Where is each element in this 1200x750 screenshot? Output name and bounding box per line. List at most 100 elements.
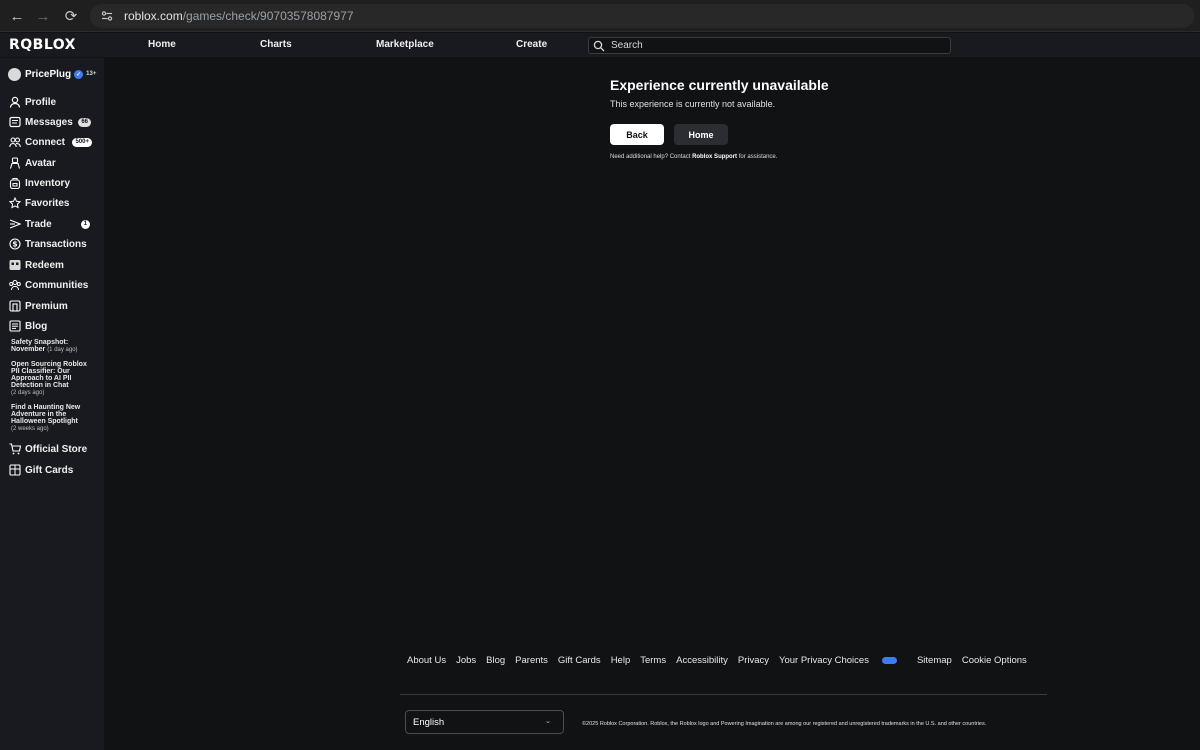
user-profile-link[interactable]: PricePlug ✓ 13+ bbox=[8, 66, 96, 82]
person-icon bbox=[8, 96, 21, 109]
footer-link-parents[interactable]: Parents bbox=[515, 655, 548, 666]
group-icon bbox=[8, 279, 21, 292]
cart-icon bbox=[8, 443, 21, 456]
roblox-support-link[interactable]: Roblox Support bbox=[692, 154, 737, 160]
svg-text:$: $ bbox=[12, 240, 17, 249]
sidebar-item-messages[interactable]: Messages 66 bbox=[8, 114, 100, 130]
sidebar-item-blog[interactable]: Blog bbox=[8, 318, 100, 334]
help-suffix: for assistance. bbox=[737, 154, 778, 160]
forward-arrow-icon[interactable]: → bbox=[28, 0, 58, 32]
search-input[interactable]: Search bbox=[588, 37, 951, 54]
blog-post-link[interactable]: Find a Haunting New Adventure in the Hal… bbox=[11, 404, 89, 433]
back-button[interactable]: Back bbox=[610, 124, 664, 145]
age-label: 13+ bbox=[86, 71, 97, 77]
footer-link-about-us[interactable]: About Us bbox=[407, 655, 446, 666]
search-placeholder: Search bbox=[611, 40, 643, 51]
blog-post-link[interactable]: Open Sourcing Roblox PII Classifier: Our… bbox=[11, 361, 89, 397]
footer-link-accessibility[interactable]: Accessibility bbox=[676, 655, 728, 666]
nav-marketplace[interactable]: Marketplace bbox=[376, 39, 434, 50]
search-icon bbox=[593, 40, 605, 51]
footer-link-privacy-choices[interactable]: Your Privacy Choices bbox=[779, 655, 907, 666]
footer-links: About Us Jobs Blog Parents Gift Cards He… bbox=[407, 655, 1037, 666]
username: PricePlug bbox=[25, 68, 72, 80]
blog-post-date: (1 day ago) bbox=[47, 347, 78, 353]
footer-link-sitemap[interactable]: Sitemap bbox=[917, 655, 952, 666]
sidebar-item-connect[interactable]: Connect 500+ bbox=[8, 134, 100, 150]
sidebar-item-trade[interactable]: Trade 1 bbox=[8, 216, 100, 232]
premium-icon bbox=[8, 300, 21, 313]
blog-post-title: Open Sourcing Roblox PII Classifier: Our… bbox=[11, 361, 87, 389]
footer-link-blog[interactable]: Blog bbox=[486, 655, 505, 666]
copyright-text: ©2025 Roblox Corporation. Roblox, the Ro… bbox=[582, 721, 987, 727]
language-value: English bbox=[413, 716, 445, 728]
verified-badge-icon: ✓ bbox=[74, 69, 84, 79]
sidebar-item-gift-cards[interactable]: Gift Cards bbox=[8, 462, 100, 478]
trade-count-badge: 1 bbox=[80, 219, 90, 229]
sidebar-item-label: Transactions bbox=[25, 238, 87, 250]
privacy-choices-label: Your Privacy Choices bbox=[779, 655, 869, 666]
sidebar-item-favorites[interactable]: Favorites bbox=[8, 195, 100, 211]
sidebar-item-redeem[interactable]: Redeem bbox=[8, 257, 100, 273]
trade-icon bbox=[8, 218, 21, 231]
sidebar-item-avatar[interactable]: Avatar bbox=[8, 155, 100, 171]
sidebar-item-label: Blog bbox=[25, 320, 48, 332]
footer-link-cookie-options[interactable]: Cookie Options bbox=[962, 655, 1027, 666]
privacy-choices-toggle-icon bbox=[881, 657, 897, 664]
gift-icon bbox=[8, 464, 21, 477]
site-settings-icon[interactable] bbox=[100, 9, 114, 23]
sidebar-item-label: Trade bbox=[25, 218, 52, 230]
sidebar-item-label: Official Store bbox=[25, 443, 88, 455]
sidebar-item-transactions[interactable]: $ Transactions bbox=[8, 236, 100, 252]
gift-card-icon bbox=[8, 259, 21, 272]
friends-icon bbox=[8, 136, 21, 149]
sidebar-item-label: Favorites bbox=[25, 197, 70, 209]
nav-create[interactable]: Create bbox=[516, 39, 547, 50]
nav-home[interactable]: Home bbox=[148, 39, 176, 50]
sidebar-item-profile[interactable]: Profile bbox=[8, 94, 100, 110]
home-button[interactable]: Home bbox=[674, 124, 728, 145]
sidebar-item-inventory[interactable]: Inventory bbox=[8, 175, 100, 191]
footer-link-gift-cards[interactable]: Gift Cards bbox=[558, 655, 601, 666]
help-text: Need additional help? Contact Roblox Sup… bbox=[610, 154, 777, 160]
footer-link-privacy[interactable]: Privacy bbox=[738, 655, 769, 666]
sidebar-item-premium[interactable]: Premium bbox=[8, 298, 100, 314]
sidebar-item-official-store[interactable]: Official Store bbox=[8, 441, 100, 457]
browser-toolbar: ← → ⟳ roblox.com/games/check/90703578087… bbox=[0, 0, 1200, 32]
sidebar: PricePlug ✓ 13+ Profile Messages 66 Conn… bbox=[0, 58, 104, 750]
footer-link-terms[interactable]: Terms bbox=[640, 655, 666, 666]
address-bar[interactable]: roblox.com/games/check/90703578087977 bbox=[90, 4, 1194, 28]
sidebar-item-label: Messages bbox=[25, 116, 73, 128]
connect-count-badge: 500+ bbox=[72, 137, 92, 147]
message-icon bbox=[8, 116, 21, 129]
sidebar-item-label: Avatar bbox=[25, 157, 56, 169]
footer-link-help[interactable]: Help bbox=[611, 655, 631, 666]
top-navigation: RQBLOX Home Charts Marketplace Create Se… bbox=[0, 33, 1200, 57]
language-select[interactable]: English ⌄ bbox=[405, 710, 564, 734]
page-title: Experience currently unavailable bbox=[610, 77, 829, 93]
sidebar-item-communities[interactable]: Communities bbox=[8, 277, 100, 293]
sidebar-item-label: Gift Cards bbox=[25, 464, 74, 476]
roblox-logo[interactable]: RQBLOX bbox=[9, 37, 76, 53]
sidebar-item-label: Inventory bbox=[25, 177, 71, 189]
avatar-icon bbox=[8, 157, 21, 170]
help-prefix: Need additional help? Contact bbox=[610, 154, 693, 160]
sidebar-item-label: Communities bbox=[25, 279, 89, 291]
sidebar-item-label: Profile bbox=[25, 96, 57, 108]
nav-charts[interactable]: Charts bbox=[260, 39, 292, 50]
url-host: roblox.com bbox=[124, 9, 183, 23]
chevron-down-icon: ⌄ bbox=[545, 718, 551, 725]
main-content: Experience currently unavailable This ex… bbox=[104, 58, 1200, 750]
star-icon bbox=[8, 197, 21, 210]
sidebar-item-label: Connect bbox=[25, 136, 65, 148]
blog-post-date: (2 weeks ago) bbox=[11, 426, 49, 432]
sidebar-item-label: Premium bbox=[25, 300, 68, 312]
footer-link-jobs[interactable]: Jobs bbox=[456, 655, 476, 666]
error-message: This experience is currently not availab… bbox=[610, 99, 776, 109]
blog-post-link[interactable]: Safety Snapshot: November (1 day ago) bbox=[11, 339, 89, 354]
sidebar-item-label: Redeem bbox=[25, 259, 64, 271]
blog-post-title: Find a Haunting New Adventure in the Hal… bbox=[11, 404, 81, 425]
footer-divider bbox=[400, 694, 1047, 695]
backpack-icon bbox=[8, 177, 21, 190]
reload-icon[interactable]: ⟳ bbox=[56, 0, 86, 32]
blog-post-date: (2 days ago) bbox=[11, 390, 45, 396]
